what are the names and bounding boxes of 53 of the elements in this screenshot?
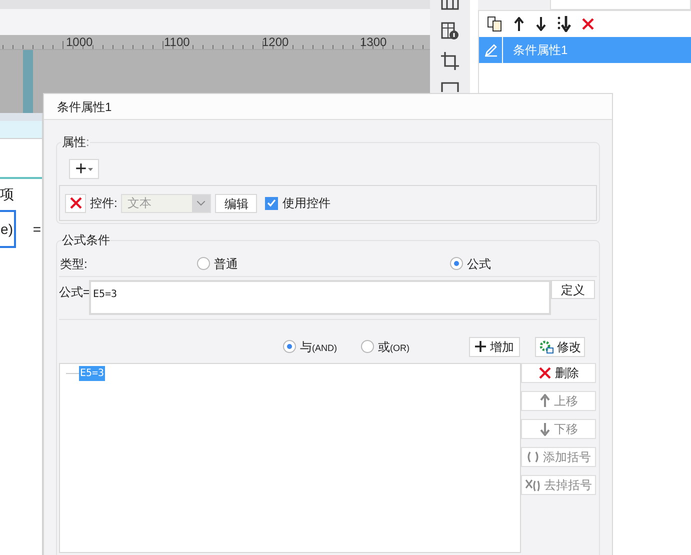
arrow-up-icon[interactable] — [513, 17, 525, 31]
item-label: 条件属性1 — [512, 42, 568, 59]
table-cell-text: = — [32, 220, 42, 238]
ruler-label: 1300 — [360, 35, 387, 49]
copy-icon[interactable] — [487, 16, 503, 32]
radio-label: 公式 — [467, 256, 491, 272]
panel-icon[interactable] — [441, 82, 459, 92]
group-legend: 属性: — [61, 133, 90, 151]
caret-icon — [88, 168, 93, 170]
ruler-label: 1100 — [164, 35, 190, 49]
delete-icon — [581, 17, 595, 31]
ruler-label: 1200 — [262, 35, 289, 49]
radio-label: 或(OR) — [378, 338, 410, 356]
side-button[interactable]: 删除 — [521, 363, 596, 383]
radio-button[interactable] — [283, 340, 296, 353]
close-icon — [68, 196, 82, 210]
arrow-up-icon — [539, 394, 551, 408]
table-icon[interactable] — [441, 0, 459, 10]
selected-cell[interactable]: e) — [0, 210, 16, 248]
radio-label: 普通 — [214, 256, 238, 272]
radio-button[interactable] — [361, 340, 374, 353]
gear-icon — [539, 340, 554, 354]
radio-label: 与(AND) — [300, 338, 337, 356]
checkbox[interactable] — [265, 196, 278, 210]
table-cell-text: 项 — [0, 184, 14, 204]
arrow-down-icon[interactable] — [535, 17, 547, 31]
define-button[interactable]: 定义 — [551, 280, 595, 299]
formula-field[interactable]: E5=3 — [89, 280, 551, 315]
group-legend: 公式条件 — [62, 231, 110, 249]
type-label: 类型: — [59, 256, 88, 272]
radio-button[interactable] — [197, 257, 210, 270]
modify-button[interactable]: 修改 — [535, 336, 585, 356]
add-dropdown-button[interactable]: + — [69, 159, 99, 179]
close-icon — [538, 366, 552, 380]
chevron-down-icon — [197, 200, 206, 206]
table-info-icon[interactable] — [441, 22, 459, 40]
edit-button[interactable]: 编辑 — [215, 194, 258, 212]
plus-icon — [475, 341, 486, 352]
column-header — [0, 113, 42, 121]
column-marker — [23, 50, 33, 113]
remove-button[interactable] — [65, 194, 86, 212]
add-condition-button[interactable]: 增加 — [469, 336, 520, 356]
pencil-icon — [484, 43, 498, 57]
checkbox-label: 使用控件 — [282, 195, 330, 212]
control-label: 控件: — [90, 195, 118, 212]
remove-parentheses-icon — [525, 478, 541, 492]
crop-icon[interactable] — [441, 52, 459, 70]
move-bottom-icon[interactable] — [557, 16, 571, 32]
dialog-title: 条件属性1 — [57, 98, 112, 116]
radio-button[interactable] — [450, 257, 463, 270]
arrow-down-icon — [539, 422, 551, 436]
parentheses-icon — [526, 450, 540, 464]
ruler-label: 1000 — [66, 35, 93, 49]
